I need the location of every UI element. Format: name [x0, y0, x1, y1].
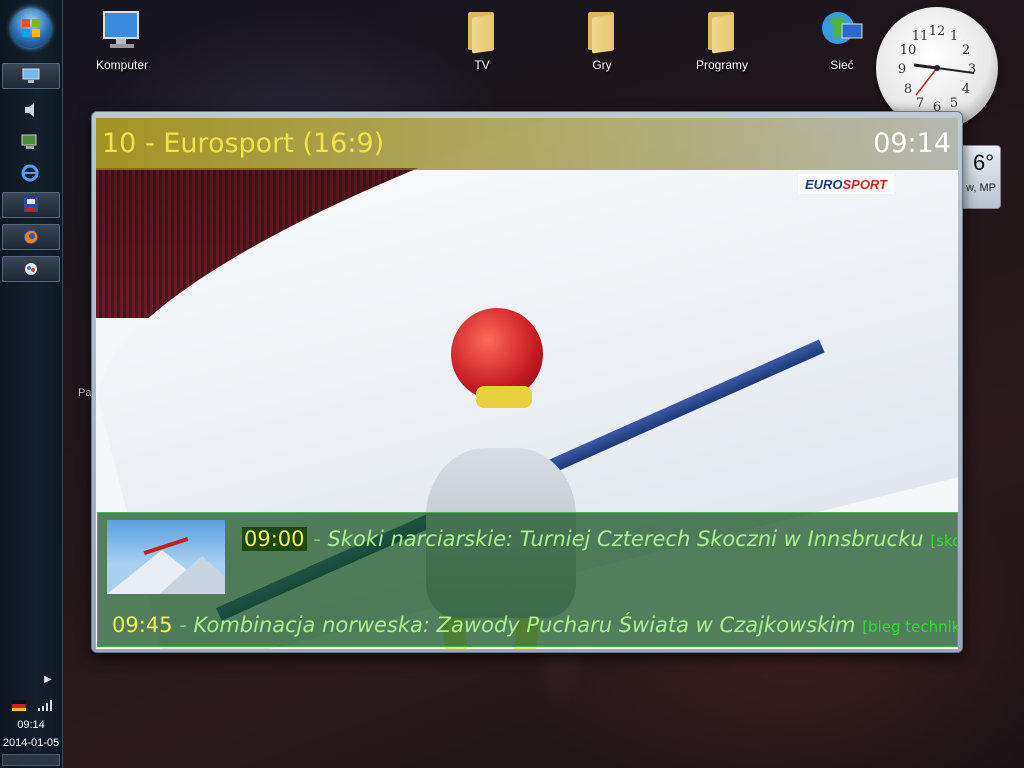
desktop-icon-label: Programy [695, 58, 748, 72]
epg-title: Kombinacja norweska: Zawody Pucharu Świa… [193, 613, 856, 637]
svg-text:8: 8 [904, 82, 912, 97]
volume-icon[interactable] [20, 100, 40, 120]
eurosport-logo: EURO SPORT [798, 174, 894, 194]
tray-expand-icon[interactable]: ▶ [44, 674, 52, 685]
weather-location: w, MP [966, 182, 996, 194]
display-settings-icon [22, 68, 40, 83]
svg-text:1: 1 [950, 29, 958, 44]
firefox-icon [24, 230, 38, 244]
desktop-icon-network[interactable]: Sieć [802, 6, 882, 72]
flag-tray-icon[interactable] [12, 698, 26, 712]
epg-panel: 09:00 - Skoki narciarskie: Turniej Czter… [97, 512, 958, 647]
taskbar-button-firefox[interactable] [2, 224, 60, 250]
desktop-icon-label: Gry [592, 58, 612, 72]
show-desktop-button[interactable] [2, 754, 60, 766]
signal-strength-icon[interactable] [38, 699, 54, 711]
taskbar-clock-time[interactable]: 09:14 [0, 719, 62, 731]
player-clock: 09:14 [873, 128, 951, 159]
taskbar: ▶ 09:14 2014-01-05 [0, 0, 63, 768]
eurosport-logo-euro: EURO [804, 176, 843, 192]
desktop-icon-tv[interactable]: TV [442, 6, 522, 72]
windows-logo-icon [22, 19, 40, 37]
channel-title: 10 - Eurosport (16:9) [102, 128, 385, 159]
taskbar-button-media[interactable] [2, 256, 60, 282]
desktop-icon-label: Sieć [830, 58, 854, 72]
desktop-peek-text: Pa [78, 387, 92, 399]
program-thumbnail [107, 520, 225, 594]
clock-second-hand [915, 67, 938, 96]
folder-icon [458, 6, 506, 54]
svg-text:4: 4 [962, 82, 970, 97]
desktop-icon-label: TV [474, 58, 490, 72]
internet-explorer-icon[interactable] [20, 163, 40, 183]
epg-row-next[interactable]: 09:45 - Kombinacja norweska: Zawody Puch… [112, 613, 958, 637]
epg-category: [bieg technik [862, 618, 958, 636]
taskbar-button-display[interactable] [2, 63, 60, 89]
computer-icon [98, 6, 146, 54]
network-monitor-icon[interactable] [20, 132, 40, 152]
svg-text:7: 7 [916, 96, 924, 111]
clock-hour-hand [913, 63, 938, 70]
video-skier-goggles [476, 386, 532, 408]
epg-title: Skoki narciarskie: Turniej Czterech Skoc… [327, 527, 924, 551]
folder-icon [698, 6, 746, 54]
start-button[interactable] [11, 8, 51, 48]
svg-text:3: 3 [968, 62, 976, 77]
taskbar-clock-date[interactable]: 2014-01-05 [0, 737, 62, 749]
taskbar-button-save[interactable] [2, 192, 60, 218]
folder-icon [578, 6, 626, 54]
desktop-icon-gry[interactable]: Gry [562, 6, 642, 72]
svg-text:10: 10 [900, 43, 917, 58]
epg-time: 09:45 [112, 613, 173, 637]
epg-separator: - [306, 527, 328, 551]
eurosport-logo-sport: SPORT [842, 176, 888, 192]
desktop-icon-label: Komputer [95, 58, 149, 72]
epg-category: [skoki [930, 532, 957, 550]
svg-text:2: 2 [962, 43, 970, 58]
tray-icons [12, 698, 56, 712]
svg-text:12: 12 [929, 24, 946, 39]
desktop-icon-computer[interactable]: Komputer [82, 6, 162, 72]
epg-time: 09:00 [242, 527, 307, 551]
svg-text:5: 5 [950, 96, 958, 111]
save-disk-icon [24, 198, 38, 212]
desktop-icon-programy[interactable]: Programy [682, 6, 762, 72]
epg-separator: - [172, 613, 194, 637]
network-globe-icon [818, 6, 866, 54]
weather-temperature: 6° [972, 150, 994, 175]
svg-text:9: 9 [898, 62, 906, 77]
epg-row-current[interactable]: 09:00 - Skoki narciarskie: Turniej Czter… [242, 527, 957, 551]
svg-text:11: 11 [912, 29, 929, 44]
media-center-icon [25, 263, 37, 275]
